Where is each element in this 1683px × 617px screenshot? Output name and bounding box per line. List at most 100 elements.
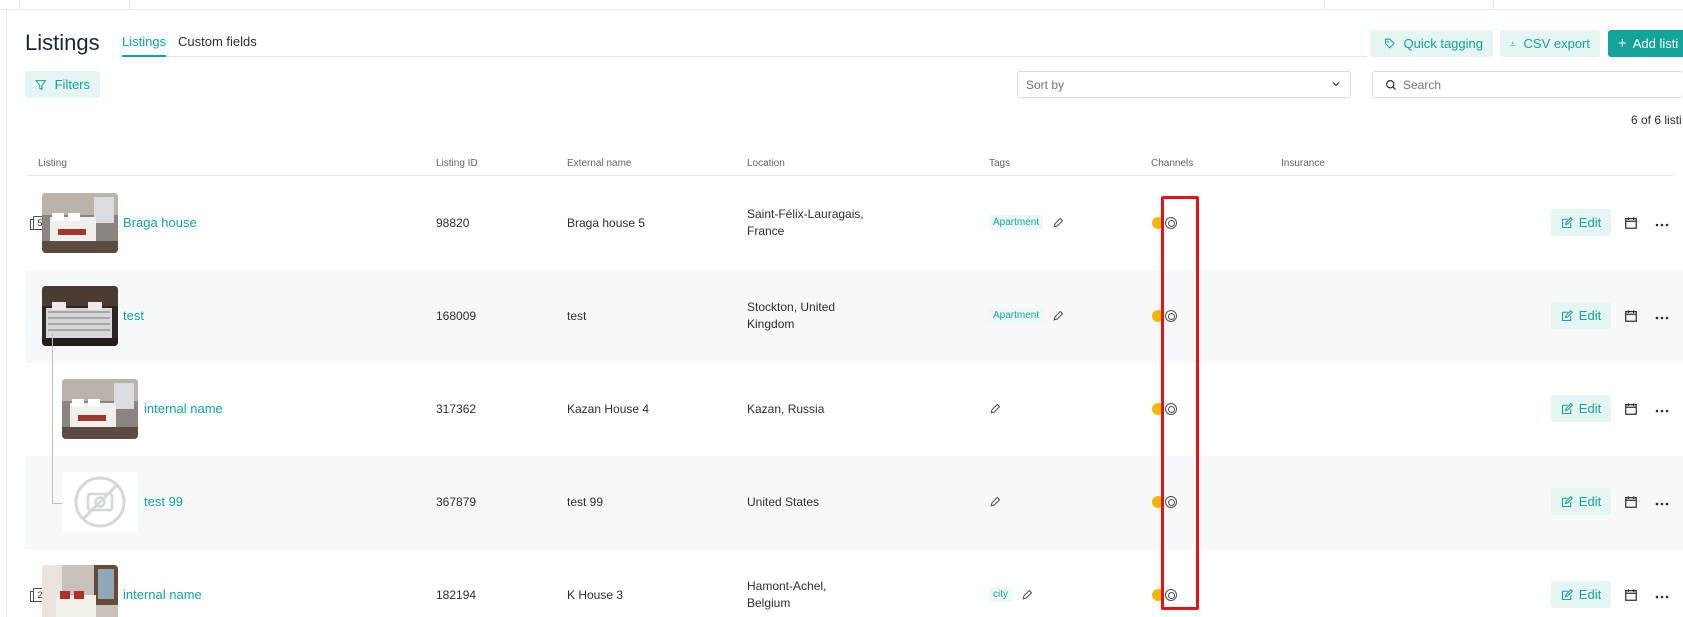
column-header-listing[interactable]: Listing [38, 158, 67, 169]
location-line: Saint-Félix-Lauragais, [747, 207, 864, 221]
location-line: Belgium [747, 596, 791, 610]
edit-button[interactable]: Edit [1551, 581, 1611, 608]
tag-icon [1384, 38, 1395, 49]
airbnb-icon [1152, 310, 1164, 322]
calendar-icon[interactable] [1624, 588, 1638, 602]
quick-tagging-button[interactable]: Quick tagging [1370, 30, 1493, 57]
edit-icon [1561, 216, 1573, 228]
edit-label: Edit [1578, 587, 1602, 602]
column-header-location[interactable]: Location [747, 158, 785, 169]
calendar-icon[interactable] [1624, 495, 1638, 509]
edit-icon [1561, 309, 1573, 321]
listing-thumbnail[interactable] [62, 472, 138, 532]
listing-name-link[interactable]: Braga house [123, 215, 197, 230]
location: Hamont-Achel, Belgium [747, 578, 887, 612]
airbnb-icon [1152, 589, 1164, 601]
listing-id: 182194 [436, 588, 477, 602]
listing-thumbnail[interactable] [62, 379, 138, 439]
quick-tagging-label: Quick tagging [1403, 36, 1484, 51]
listing-name-link[interactable]: test 99 [144, 494, 183, 509]
column-header-tags: Tags [989, 158, 1011, 169]
table-header: Listing Listing ID External name Locatio… [28, 158, 1673, 176]
filters-button[interactable]: Filters [25, 71, 100, 98]
location-line: Kingdom [747, 317, 795, 331]
listing-name-link[interactable]: internal name [144, 401, 223, 416]
edit-tags-pencil-icon[interactable] [1052, 310, 1064, 322]
csv-export-label: CSV export [1523, 36, 1590, 51]
search-input[interactable] [1403, 77, 1663, 92]
guesty-icon [1165, 589, 1177, 601]
table-row[interactable]: test 99 367879 test 99 United States Edi… [25, 456, 1683, 549]
plus-icon: + [1618, 35, 1627, 52]
calendar-icon[interactable] [1624, 309, 1638, 323]
listing-name-link[interactable]: internal name [123, 587, 202, 602]
table-row[interactable]: test 168009 test Stockton, United Kingdo… [25, 270, 1683, 363]
external-name: test [567, 309, 587, 323]
airbnb-icon [1152, 217, 1164, 229]
listing-thumbnail[interactable] [42, 193, 118, 253]
top-bar-segment [0, 0, 20, 9]
top-bar-segment [1324, 0, 1494, 9]
calendar-icon[interactable] [1624, 402, 1638, 416]
more-options-icon[interactable] [1654, 590, 1670, 604]
listing-id: 168009 [436, 309, 477, 323]
location: Saint-Félix-Lauragais, France [747, 206, 887, 240]
location: Kazan, Russia [747, 401, 887, 418]
tab-listings[interactable]: Listings [122, 34, 167, 57]
listing-id: 367879 [436, 495, 477, 509]
tag-chip[interactable]: city [989, 587, 1012, 602]
more-options-icon[interactable] [1654, 311, 1670, 325]
top-bar [0, 0, 1683, 10]
location-line: Hamont-Achel, [747, 579, 827, 593]
edit-icon [1561, 402, 1573, 414]
csv-export-button[interactable]: CSV export [1500, 30, 1600, 57]
filters-label: Filters [54, 77, 90, 92]
edit-button[interactable]: Edit [1551, 395, 1611, 422]
external-name: K House 3 [567, 588, 624, 602]
more-options-icon[interactable] [1654, 218, 1670, 232]
airbnb-icon [1152, 496, 1164, 508]
edit-tags-pencil-icon[interactable] [989, 496, 1001, 508]
table-row[interactable]: 2 internal name 182194 K House 3 Hamont-… [25, 549, 1683, 617]
airbnb-icon [1152, 403, 1164, 415]
calendar-icon[interactable] [1624, 216, 1638, 230]
left-divider [6, 10, 7, 617]
location-line: France [747, 224, 785, 238]
table-row[interactable]: 5 Braga house 98820 Braga house 5 Saint-… [25, 177, 1683, 270]
column-header-external-name[interactable]: External name [567, 158, 631, 169]
child-listing-connector [52, 503, 62, 504]
filter-icon [35, 79, 47, 90]
column-header-listing-id[interactable]: Listing ID [436, 158, 478, 169]
edit-button[interactable]: Edit [1551, 302, 1611, 329]
listing-thumbnail[interactable] [42, 286, 118, 346]
add-listing-label: Add listi [1632, 36, 1679, 51]
listing-thumbnail[interactable] [42, 565, 118, 617]
edit-tags-pencil-icon[interactable] [989, 403, 1001, 415]
edit-tags-pencil-icon[interactable] [1021, 589, 1033, 601]
tag-chip[interactable]: Apartment [989, 215, 1044, 230]
edit-label: Edit [1578, 308, 1602, 323]
more-options-icon[interactable] [1654, 497, 1670, 511]
external-name: Kazan House 4 [567, 402, 650, 416]
guesty-icon [1165, 217, 1177, 229]
table-row[interactable]: internal name 317362 Kazan House 4 Kazan… [25, 363, 1683, 456]
page-title: Listings [25, 30, 100, 55]
edit-button[interactable]: Edit [1551, 488, 1611, 515]
sort-select[interactable]: Sort by [1017, 71, 1351, 98]
add-listing-button[interactable]: + Add listi [1608, 30, 1683, 57]
search-icon [1386, 79, 1396, 90]
listing-name-link[interactable]: test [123, 308, 144, 323]
location-line: Kazan, Russia [747, 402, 825, 416]
tag-chip[interactable]: Apartment [989, 308, 1044, 323]
column-header-channels: Channels [1151, 158, 1194, 169]
more-options-icon[interactable] [1654, 404, 1670, 418]
location-line: Stockton, United [747, 300, 836, 314]
edit-button[interactable]: Edit [1551, 209, 1611, 236]
guesty-icon [1165, 496, 1177, 508]
listing-id: 317362 [436, 402, 477, 416]
edit-label: Edit [1578, 494, 1602, 509]
tab-custom-fields[interactable]: Custom fields [178, 34, 257, 49]
guesty-icon [1165, 403, 1177, 415]
edit-tags-pencil-icon[interactable] [1052, 217, 1064, 229]
location: Stockton, United Kingdom [747, 299, 887, 333]
